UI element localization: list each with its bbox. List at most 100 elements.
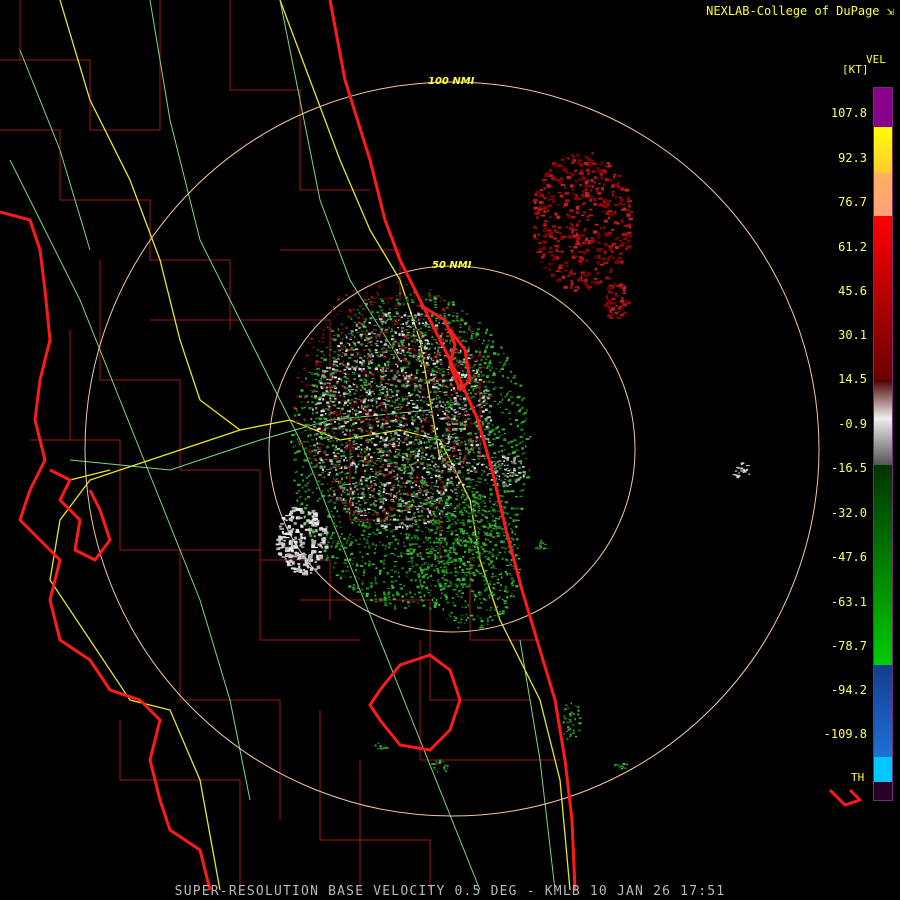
echo-pixel [431,552,435,554]
echo-pixel [478,533,480,535]
echo-pixel [374,473,377,475]
echo-pixel [361,386,364,389]
echo-pixel [474,432,478,435]
echo-pixel [405,509,409,511]
echo-pixel [426,401,429,403]
echo-pixel [375,402,378,404]
echo-pixel [501,598,504,600]
echo-pixel [466,414,469,416]
echo-pixel [434,602,438,605]
echo-pixel [443,312,446,315]
echo-pixel [383,554,388,557]
echo-pixel [497,475,499,477]
echo-pixel [328,514,331,516]
echo-pixel [385,348,388,350]
echo-pixel [362,529,366,533]
echo-pixel [408,533,411,536]
echo-pixel [405,536,410,539]
echo-pixel [451,321,455,323]
echo-pixel [483,470,485,473]
echo-pixel [363,318,366,320]
echo-pixel [425,539,429,541]
echo-pixel [354,416,357,420]
echo-pixel [375,417,379,420]
echo-pixel [421,361,423,363]
echo-pixel [434,520,438,523]
echo-pixel [476,370,479,373]
echo-pixel [523,396,526,400]
echo-pixel [466,496,469,499]
echo-pixel [332,356,334,358]
echo-pixel [350,449,354,451]
echo-pixel [478,367,482,369]
echo-pixel [338,401,341,404]
echo-pixel [398,515,401,517]
echo-pixel [313,395,317,397]
echo-pixel [492,583,496,585]
echo-pixel [431,488,435,490]
echo-pixel [353,502,356,504]
echo-pixel [378,489,381,492]
echo-pixel [460,363,463,365]
echo-pixel [519,489,523,492]
echo-pixel [449,503,452,506]
echo-pixel [372,563,375,566]
echo-pixel [365,336,368,339]
echo-pixel [473,509,477,512]
echo-pixel [423,457,426,459]
echo-pixel [435,568,439,569]
echo-pixel [438,603,441,606]
echo-pixel [473,593,476,595]
echo-pixel [370,352,373,356]
echo-pixel [467,348,470,351]
echo-pixel [374,576,377,580]
echo-pixel [367,432,371,434]
echo-pixel [306,400,309,402]
echo-pixel [424,381,427,384]
echo-pixel [312,384,316,387]
echo-pixel [421,438,425,440]
echo-pixel [385,315,388,317]
echo-pixel [362,370,366,372]
echo-pixel [330,422,333,425]
echo-pixel [426,436,429,439]
echo-pixel [345,387,348,390]
echo-pixel [459,360,462,363]
echo-pixel [343,354,347,355]
echo-pixel [305,377,307,380]
echo-pixel [315,360,319,363]
echo-pixel [355,482,358,484]
echo-pixel [427,491,430,493]
echo-pixel [458,536,460,539]
echo-pixel [434,304,437,306]
echo-pixel [393,561,398,563]
echo-pixel [366,521,369,524]
echo-pixel [405,396,409,397]
echo-pixel [403,418,407,420]
echo-pixel [414,456,416,459]
echo-pixel [385,404,387,406]
echo-pixel [440,417,444,420]
echo-pixel [487,340,490,342]
echo-pixel [318,340,321,343]
echo-pixel [473,500,476,503]
echo-pixel [411,416,414,419]
echo-pixel [376,423,378,426]
echo-pixel [471,465,474,468]
echo-pixel [415,371,418,375]
echo-pixel [357,326,360,328]
echo-pixel [309,383,313,386]
echo-pixel [395,331,398,334]
echo-pixel [401,456,405,459]
echo-pixel [374,579,377,581]
echo-pixel [428,446,432,448]
echo-pixel [506,607,509,609]
echo-pixel [386,463,389,466]
echo-pixel [408,605,411,607]
echo-pixel [407,561,411,563]
echo-pixel [451,518,455,521]
echo-pixel [349,348,353,351]
echo-pixel [373,497,377,499]
echo-pixel [399,504,402,508]
echo-pixel [376,474,379,476]
